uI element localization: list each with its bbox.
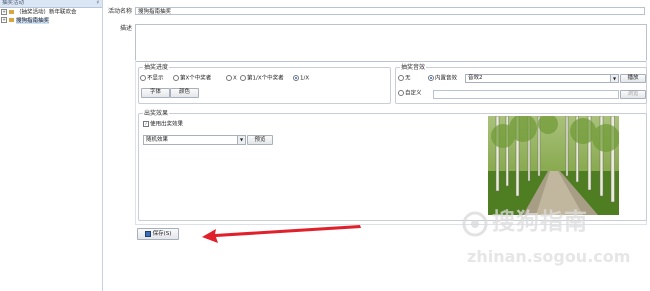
save-button[interactable]: 保存(S) [137,228,179,240]
progress-option-hide[interactable]: 不显示 [140,75,164,83]
panel-title: 抽奖活动 [2,0,25,6]
exit-effect-title: 出奖效果 [143,110,170,117]
draw-progress-title: 抽奖进度 [143,64,170,71]
radio-icon [398,75,404,81]
radio-icon [173,75,179,81]
watermark-url: zhinan.sogou.com [467,247,631,266]
tree-item-sogou-draw[interactable]: + 搜狗指南抽奖 [0,17,50,24]
effect-preview-image [488,116,619,215]
draw-sound-title: 抽奖音效 [400,64,427,71]
chevron-down-icon[interactable]: ▼ [237,136,245,144]
builtin-sound-value: 音效2 [468,75,483,81]
progress-option-x[interactable]: X [226,75,237,83]
pin-icon[interactable]: ♯ [96,0,99,7]
radio-icon [140,75,146,81]
progress-option-nth-winner[interactable]: 第X个中奖者 [173,75,211,83]
watermark: 搜狗指南 [462,207,647,247]
activity-tree-panel: 抽奖活动 ♯ + （抽奖活动）新年联欢会 + 搜狗指南抽奖 [0,0,103,291]
save-icon [144,230,151,237]
use-exit-effect-checkbox[interactable]: ✓ 使用出奖效果 [143,121,183,129]
radio-icon [398,90,404,96]
font-button[interactable]: 字体 [141,88,170,98]
folder-icon [9,10,14,14]
color-button[interactable]: 颜色 [170,88,199,98]
watermark-brand: 搜狗指南 [492,209,588,235]
custom-sound-input[interactable] [433,90,619,99]
draw-progress-group: 抽奖进度 [138,64,391,104]
description-textarea[interactable] [135,24,647,62]
sound-option-none[interactable]: 无 [398,75,411,83]
radio-selected-icon [293,75,299,81]
activity-name-input[interactable]: 搜狗指南抽奖 [135,7,645,15]
tree-item-label: （抽奖活动）新年联欢会 [16,9,77,16]
effect-select[interactable]: 随机效果 ▼ [143,135,246,145]
tree-item-label: 搜狗指南抽奖 [16,17,50,24]
preview-button[interactable]: 预览 [247,135,273,145]
effect-value: 随机效果 [146,137,169,143]
activity-name-label: 活动名称 [107,8,132,15]
radio-icon [226,75,232,81]
watermark-logo-icon [462,211,488,237]
radio-selected-icon [428,75,434,81]
folder-icon [9,18,14,22]
progress-option-1-of-x-winner[interactable]: 第1/X个中奖者 [240,75,284,83]
sound-option-custom[interactable]: 自定义 [398,90,422,98]
radio-icon [240,75,246,81]
annotation-arrow [202,225,361,243]
tree-item-new-year-party[interactable]: + （抽奖活动）新年联欢会 [0,9,77,16]
builtin-sound-select[interactable]: 音效2 ▼ [465,74,619,83]
expand-icon[interactable]: + [1,17,7,23]
description-label: 描述 [119,25,132,32]
checkmark-icon: ✓ [143,121,149,127]
sound-option-builtin[interactable]: 内置音效 [428,75,457,83]
play-button[interactable]: 播放 [620,74,646,83]
expand-icon[interactable]: + [1,9,7,15]
browse-button[interactable]: 浏览 [620,90,646,99]
panel-header: 抽奖活动 ♯ [0,0,102,8]
progress-option-1-of-x[interactable]: 1/X [293,75,309,83]
chevron-down-icon[interactable]: ▼ [610,75,618,82]
